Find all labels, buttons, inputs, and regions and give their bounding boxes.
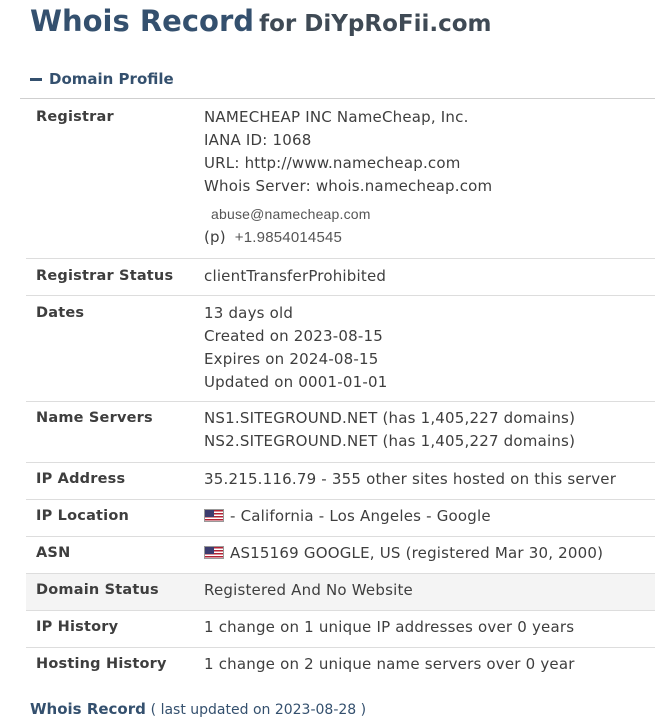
last-updated-note: ( last updated on 2023-08-28 ) (150, 702, 367, 718)
row-ip-address: IP Address 35.215.116.79 - 355 other sit… (26, 463, 655, 500)
registrar-whois-server: Whois Server: whois.namecheap.com (204, 177, 493, 195)
row-label: Dates (36, 305, 85, 321)
domain-status-value: Registered And No Website (204, 581, 413, 599)
row-asn: ASN AS15169 GOOGLE, US (registered Mar 3… (26, 537, 655, 574)
ip-address-value: 35.215.116.79 - 355 other sites hosted o… (204, 470, 617, 488)
registrar-status-value: clientTransferProhibited (204, 267, 387, 285)
expires-date: Expires on 2024-08-15 (204, 350, 379, 368)
domain-profile-toggle[interactable]: Domain Profile (30, 70, 174, 88)
created-date: Created on 2023-08-15 (204, 327, 383, 345)
row-dates: Dates 13 days old Created on 2023-08-15 … (26, 296, 655, 402)
registrar-phone: +1.9854014545 (234, 229, 343, 246)
us-flag-icon (204, 546, 224, 559)
asn-value: AS15169 GOOGLE, US (registered Mar 30, 2… (230, 544, 604, 562)
registrar-phone-line: (p) +1.9854014545 (204, 226, 655, 249)
ip-location-value: - California - Los Angeles - Google (230, 507, 491, 525)
row-label: IP Location (36, 508, 130, 524)
row-label: IP History (36, 619, 119, 635)
domain-age: 13 days old (204, 304, 294, 322)
row-registrar-status: Registrar Status clientTransferProhibite… (26, 259, 655, 296)
row-ip-history: IP History 1 change on 1 unique IP addre… (26, 611, 655, 648)
row-label: Hosting History (36, 656, 167, 672)
registrar-url: URL: http://www.namecheap.com (204, 154, 461, 172)
section-header-label: Domain Profile (49, 70, 174, 88)
row-label: Name Servers (36, 410, 153, 426)
phone-prefix: (p) (204, 228, 226, 246)
hosting-history-value: 1 change on 2 unique name servers over 0… (204, 655, 575, 673)
row-label: ASN (36, 545, 71, 561)
domain-profile-table: Registrar NAMECHEAP INC NameCheap, Inc. … (26, 99, 655, 685)
row-label: Registrar Status (36, 268, 174, 284)
registrar-name: NAMECHEAP INC NameCheap, Inc. (204, 108, 469, 126)
row-name-servers: Name Servers NS1.SITEGROUND.NET (has 1,4… (26, 402, 655, 463)
row-label: IP Address (36, 471, 126, 487)
ip-history-value: 1 change on 1 unique IP addresses over 0… (204, 618, 575, 636)
updated-date: Updated on 0001-01-01 (204, 373, 388, 391)
name-server-2: NS2.SITEGROUND.NET (has 1,405,227 domain… (204, 432, 576, 450)
registrar-details: NAMECHEAP INC NameCheap, Inc. IANA ID: 1… (204, 106, 655, 258)
page-title: Whois Record for DiYpRoFii.com (30, 4, 492, 38)
page-title-domain: for DiYpRoFii.com (259, 11, 492, 37)
page-title-main: Whois Record (30, 4, 255, 38)
row-domain-status: Domain Status Registered And No Website (26, 574, 655, 611)
row-ip-location: IP Location - California - Los Angeles -… (26, 500, 655, 537)
name-server-1: NS1.SITEGROUND.NET (has 1,405,227 domain… (204, 409, 576, 427)
registrar-abuse-email: abuse@namecheap.com (211, 206, 371, 222)
registrar-iana: IANA ID: 1068 (204, 131, 312, 149)
row-registrar: Registrar NAMECHEAP INC NameCheap, Inc. … (26, 99, 655, 259)
collapse-minus-icon[interactable] (30, 77, 42, 81)
whois-record-link[interactable]: Whois Record (30, 700, 146, 718)
row-label: Domain Status (36, 582, 159, 598)
whois-record-footer: Whois Record ( last updated on 2023-08-2… (30, 700, 366, 718)
row-label: Registrar (36, 109, 114, 125)
row-hosting-history: Hosting History 1 change on 2 unique nam… (26, 648, 655, 685)
us-flag-icon (204, 509, 224, 522)
